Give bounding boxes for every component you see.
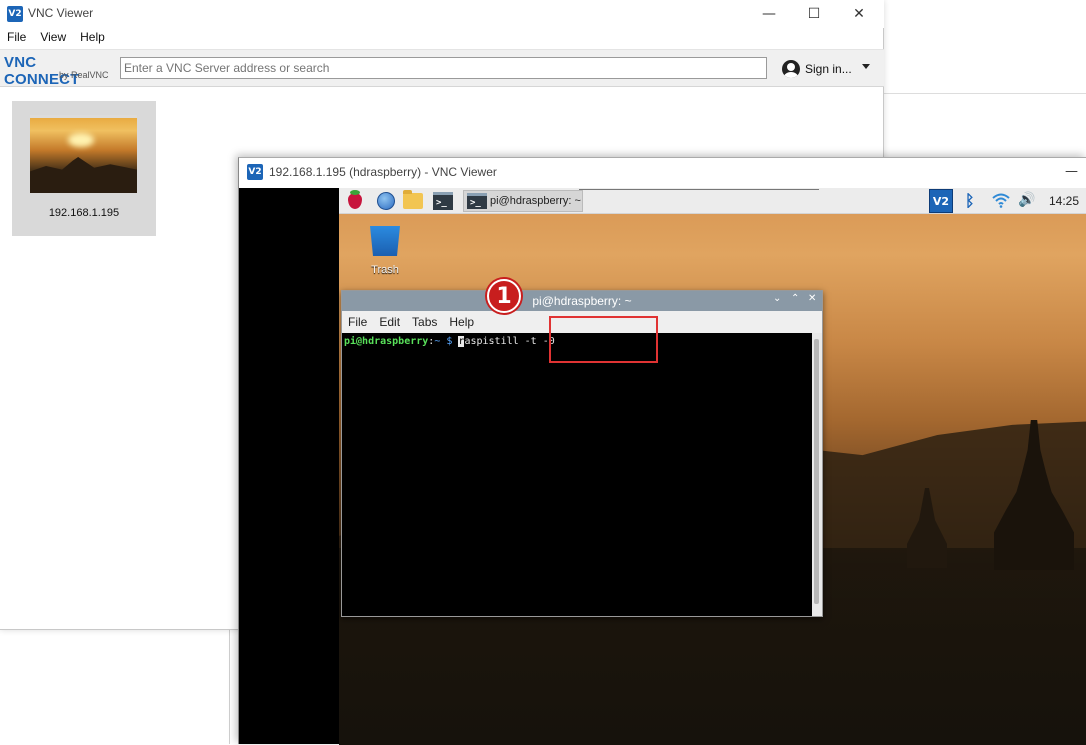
trash-icon	[370, 226, 400, 256]
pi-taskbar: >_ >_ pi@hdraspberry: ~ V2 ᛒ 🔊 14:25	[339, 188, 1086, 214]
taskbar-terminal-button[interactable]: >_ pi@hdraspberry: ~	[463, 190, 583, 212]
vnc-logo-icon: V2	[7, 6, 23, 22]
menu-bar: File View Help	[0, 30, 112, 48]
trash-label: Trash	[371, 264, 399, 276]
remote-desktop[interactable]: >_ >_ pi@hdraspberry: ~ V2 ᛒ 🔊 14:25 Tra…	[339, 188, 1086, 745]
terminal-menu-tabs[interactable]: Tabs	[406, 315, 443, 329]
prompt-user: pi@hdraspberry	[344, 336, 429, 347]
menu-file[interactable]: File	[0, 30, 33, 48]
volume-icon[interactable]: 🔊	[1018, 192, 1035, 208]
entry-label: 192.168.1.195	[48, 207, 120, 219]
step-badge: 1	[487, 279, 521, 313]
close-button[interactable]: ✕	[836, 0, 882, 28]
wifi-icon[interactable]	[992, 192, 1010, 208]
terminal-menu-edit[interactable]: Edit	[373, 315, 406, 329]
terminal-maximize-button[interactable]: ⌃	[791, 293, 799, 304]
terminal-icon[interactable]: >_	[433, 191, 453, 211]
window-title: VNC Viewer	[28, 6, 94, 20]
session-title-bar: V2 192.168.1.195 (hdraspberry) - VNC Vie…	[239, 158, 1086, 188]
session-title: 192.168.1.195 (hdraspberry) - VNC Viewer	[269, 165, 497, 179]
clock: 14:25	[1049, 194, 1080, 208]
terminal-title-bar: pi@hdraspberry: ~ ⌄ ⌃ ✕	[342, 291, 822, 311]
scrollbar-thumb[interactable]	[814, 339, 819, 604]
sign-in-button[interactable]: Sign in...	[782, 59, 852, 79]
desktop-thumbnail	[30, 115, 137, 193]
address-book-entry[interactable]: 192.168.1.195	[12, 101, 156, 236]
title-bar: V2 VNC Viewer — ☐ ✕	[0, 0, 884, 28]
trash-desktop-icon[interactable]: Trash	[365, 224, 405, 276]
maximize-button[interactable]: ☐	[791, 0, 837, 28]
vnc-connect-logo: VNC CONNECT by RealVNC	[4, 54, 114, 88]
menu-view[interactable]: View	[33, 30, 73, 48]
task-label: pi@hdraspberry: ~	[490, 195, 581, 207]
terminal-scrollbar[interactable]	[812, 333, 822, 616]
terminal-output[interactable]: pi@hdraspberry:~ $ raspistill -t -0	[342, 333, 812, 616]
folder-icon[interactable]	[403, 190, 423, 211]
brand-subtitle: by RealVNC	[59, 70, 109, 80]
vnc-session-window: V2 192.168.1.195 (hdraspberry) - VNC Vie…	[238, 157, 1086, 745]
raspberry-menu-icon[interactable]	[345, 190, 365, 211]
terminal-icon: >_	[467, 193, 487, 209]
terminal-menu-help[interactable]: Help	[443, 315, 480, 329]
chevron-down-icon[interactable]	[862, 64, 870, 69]
bluetooth-icon[interactable]: ᛒ	[965, 191, 975, 210]
browser-icon[interactable]	[376, 191, 396, 211]
terminal-menu-file[interactable]: File	[342, 315, 373, 329]
command-text: aspistill -t -0	[464, 336, 555, 347]
server-search-input[interactable]	[120, 57, 767, 79]
user-icon	[782, 60, 800, 78]
terminal-minimize-button[interactable]: ⌄	[773, 293, 781, 304]
highlight-box	[549, 316, 658, 363]
minimize-button[interactable]: —	[1065, 164, 1078, 179]
menu-help[interactable]: Help	[73, 30, 112, 48]
panel-edge	[579, 188, 819, 190]
vnc-logo-icon: V2	[247, 164, 263, 180]
prompt-path: ~ $	[434, 336, 453, 347]
divider	[229, 630, 230, 744]
sign-in-label: Sign in...	[805, 62, 852, 76]
background-area	[884, 0, 1086, 94]
terminal-close-button[interactable]: ✕	[808, 293, 816, 304]
terminal-title: pi@hdraspberry: ~	[532, 294, 632, 308]
vnc-server-tray-icon[interactable]: V2	[929, 189, 953, 213]
toolbar: VNC CONNECT by RealVNC Sign in...	[0, 49, 884, 88]
minimize-button[interactable]: —	[746, 0, 792, 28]
